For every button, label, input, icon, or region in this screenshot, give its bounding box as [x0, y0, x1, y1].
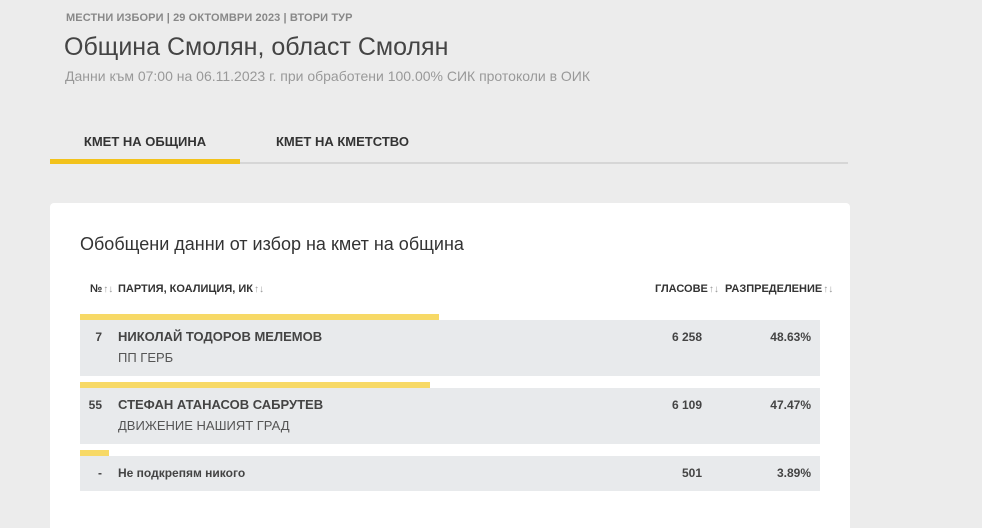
- tab-bar: КМЕТ НА ОБЩИНА КМЕТ НА КМЕТСТВО: [50, 118, 848, 164]
- tab-mayor-mayoralty[interactable]: КМЕТ НА КМЕТСТВО: [240, 118, 480, 164]
- sort-icon[interactable]: ↑↓: [709, 284, 719, 295]
- candidate-name: НИКОЛАЙ ТОДОРОВ МЕЛЕМОВ: [118, 329, 323, 344]
- table-row: 55 СТЕФАН АТАНАСОВ САБРУТЕВ ДВИЖЕНИЕ НАШ…: [80, 388, 820, 444]
- column-header-party-label: ПАРТИЯ, КОАЛИЦИЯ, ИК: [118, 283, 253, 295]
- sort-icon[interactable]: ↑↓: [823, 284, 833, 295]
- row-number: -: [98, 466, 102, 480]
- table-row: 7 НИКОЛАЙ ТОДОРОВ МЕЛЕМОВ ПП ГЕРБ 6 258 …: [80, 320, 820, 376]
- sort-icon[interactable]: ↑↓: [103, 284, 113, 295]
- column-header-distribution-label: РАЗПРЕДЕЛЕНИЕ: [725, 283, 823, 295]
- tab-mayor-municipality[interactable]: КМЕТ НА ОБЩИНА: [50, 118, 240, 164]
- votes-value: 6 109: [671, 398, 702, 412]
- distribution-value: 47.47%: [770, 398, 811, 412]
- candidate-name: Не подкрепям никого: [118, 466, 246, 480]
- column-header-distribution[interactable]: РАЗПРЕДЕЛЕНИЕ↑↓: [725, 283, 833, 295]
- results-card: Обобщени данни от избор на кмет на общин…: [50, 203, 850, 528]
- active-tab-indicator: [50, 159, 240, 164]
- sort-icon[interactable]: ↑↓: [254, 284, 264, 295]
- page-title: Община Смолян, област Смолян: [64, 33, 449, 61]
- votes-value: 6 258: [671, 330, 702, 344]
- card-title: Обобщени данни от избор на кмет на общин…: [80, 234, 464, 254]
- table-header: №↑↓ ПАРТИЯ, КОАЛИЦИЯ, ИК↑↓ ГЛАСОВЕ↑↓ РАЗ…: [80, 283, 833, 299]
- column-header-votes-label: ГЛАСОВЕ: [655, 283, 708, 295]
- column-header-votes[interactable]: ГЛАСОВЕ↑↓: [655, 283, 719, 295]
- votes-value: 501: [681, 466, 702, 480]
- column-header-party[interactable]: ПАРТИЯ, КОАЛИЦИЯ, ИК↑↓: [118, 283, 264, 295]
- party-name: ДВИЖЕНИЕ НАШИЯТ ГРАД: [118, 418, 290, 433]
- election-meta: МЕСТНИ ИЗБОРИ | 29 ОКТОМВРИ 2023 | ВТОРИ…: [66, 12, 353, 24]
- table-row: - Не подкрепям никого 501 3.89%: [80, 456, 820, 491]
- column-header-no-label: №: [90, 283, 103, 295]
- column-header-no[interactable]: №↑↓: [90, 283, 113, 295]
- distribution-value: 48.63%: [770, 330, 811, 344]
- row-number: 7: [95, 330, 102, 344]
- distribution-value: 3.89%: [776, 466, 811, 480]
- data-status-subtitle: Данни към 07:00 на 06.11.2023 г. при обр…: [65, 68, 591, 84]
- row-number: 55: [88, 398, 102, 412]
- candidate-name: СТЕФАН АТАНАСОВ САБРУТЕВ: [118, 397, 324, 412]
- party-name: ПП ГЕРБ: [118, 350, 174, 365]
